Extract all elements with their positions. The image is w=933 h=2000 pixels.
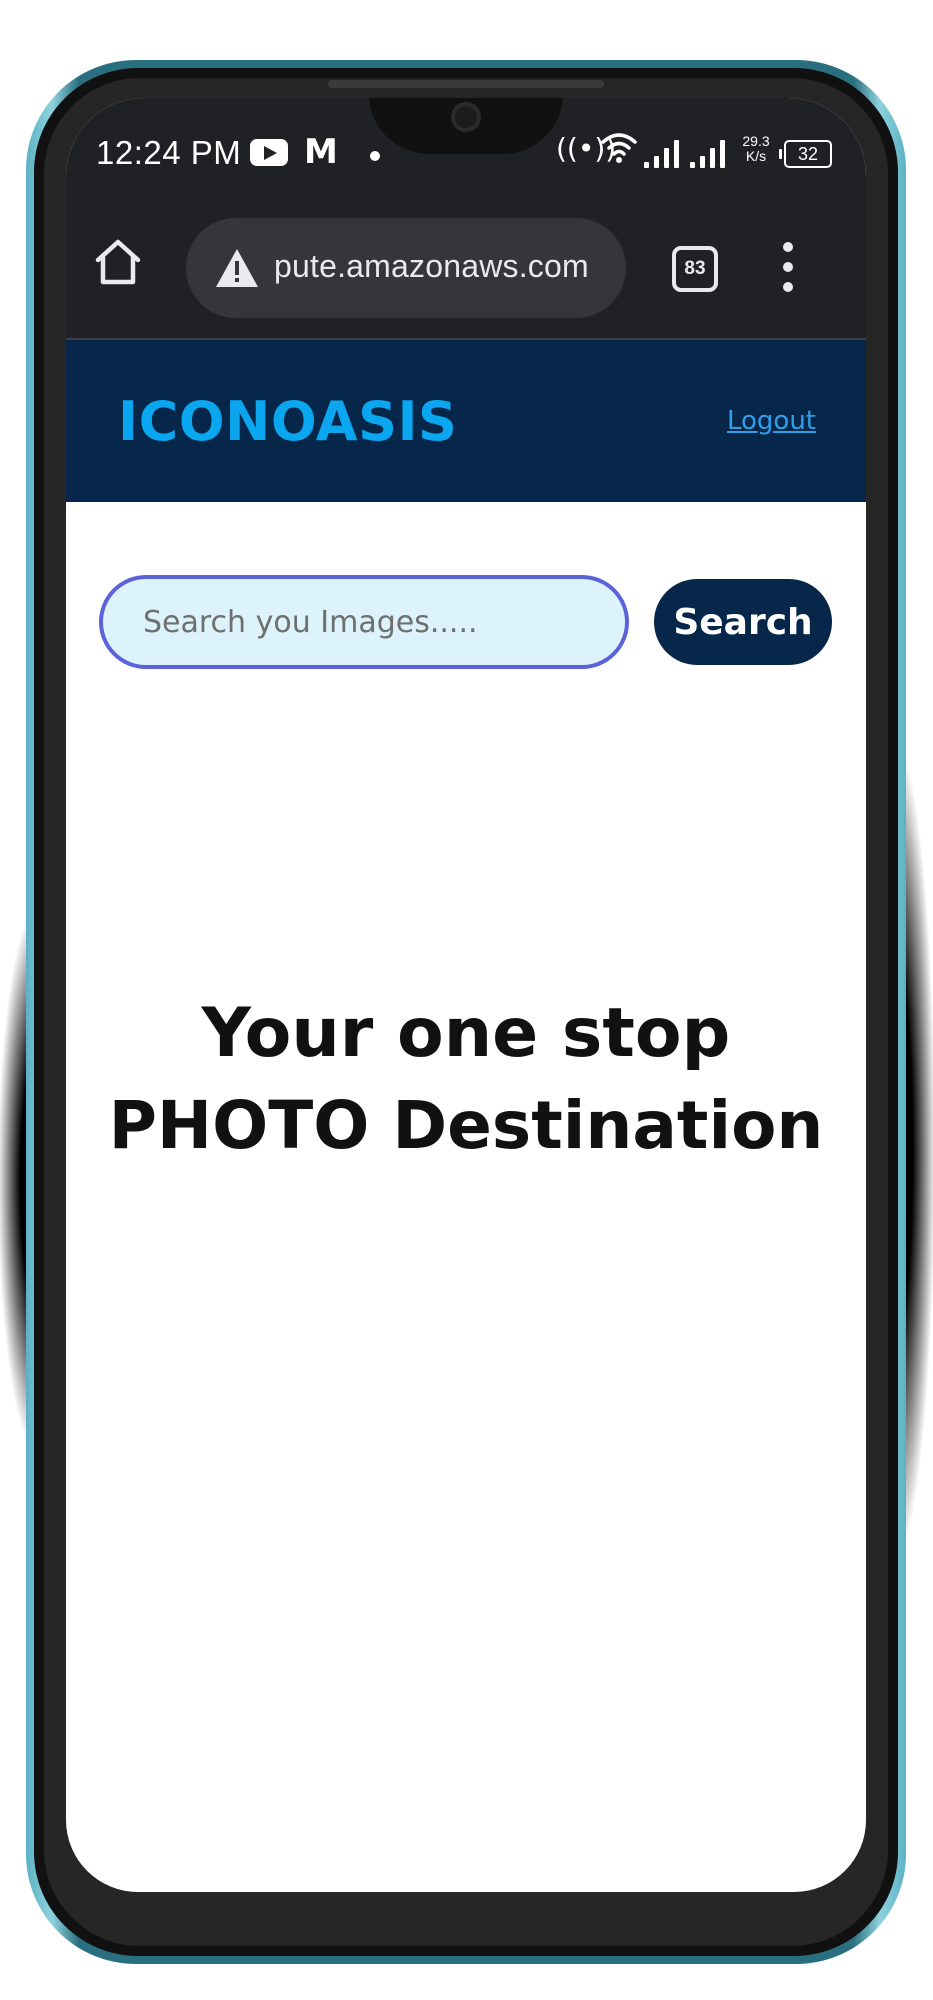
youtube-icon [250, 139, 288, 166]
site-header: ICONOASIS Logout [66, 340, 866, 502]
battery-icon: 32 [779, 140, 832, 168]
gmail-icon: M [304, 132, 338, 172]
network-speed-unit: K/s [745, 148, 767, 164]
search-input[interactable] [99, 575, 629, 669]
warning-icon[interactable] [214, 246, 260, 290]
network-speed: 29.3 K/s [736, 134, 776, 164]
tabs-icon[interactable]: 83 [672, 246, 718, 292]
status-time: 12:24 PM [96, 134, 242, 171]
front-camera [451, 102, 481, 132]
tab-count: 83 [684, 258, 706, 279]
more-menu-icon[interactable] [778, 242, 798, 292]
earpiece-speaker [328, 80, 604, 88]
hero-heading: Your one stop PHOTO Destination [66, 988, 866, 1172]
address-bar[interactable]: pute.amazonaws.com [186, 218, 626, 318]
hero-line-1: Your one stop [201, 994, 731, 1073]
phone-screen: 12:24 PM M ((•)) 29.3 K/s 32 pute.amazon… [66, 98, 866, 1892]
wifi-icon [601, 130, 637, 172]
battery-level: 32 [797, 144, 819, 164]
network-speed-value: 29.3 [742, 133, 770, 149]
home-icon[interactable] [92, 236, 144, 288]
url-text[interactable]: pute.amazonaws.com [274, 248, 614, 285]
hero-line-2: PHOTO Destination [108, 1087, 824, 1164]
search-button[interactable]: Search [654, 579, 832, 665]
browser-chrome: 12:24 PM M ((•)) 29.3 K/s 32 pute.amazon… [66, 98, 866, 340]
site-logo[interactable]: ICONOASIS [118, 390, 457, 453]
notification-dot-icon [370, 151, 380, 161]
logout-link[interactable]: Logout [727, 406, 816, 436]
